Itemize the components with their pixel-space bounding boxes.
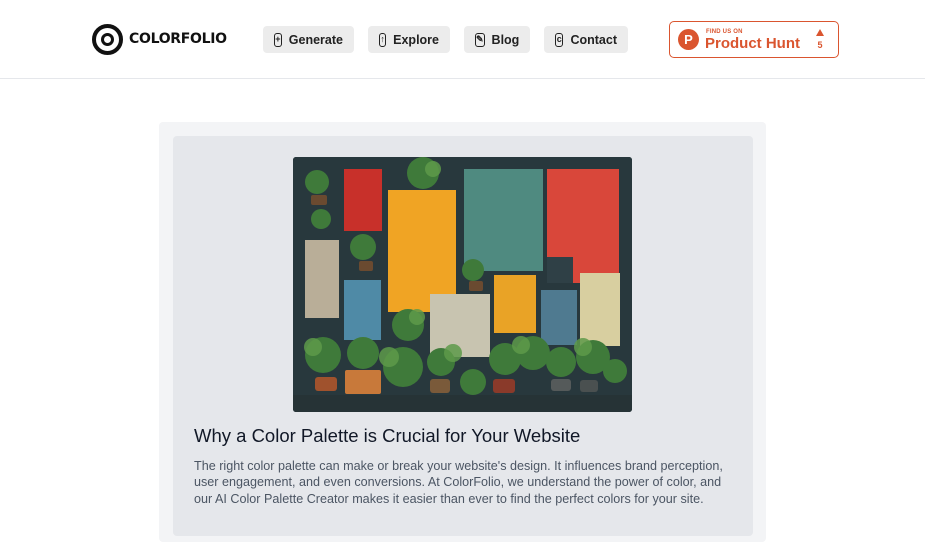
nav-generate-button[interactable]: + Generate (263, 26, 354, 53)
upvote-arrow-icon (816, 29, 824, 36)
nav-contact-label: Contact (570, 32, 617, 47)
article-body: The right color palette can make or brea… (194, 459, 723, 506)
nav-blog-button[interactable]: ✎ Blog (464, 26, 530, 53)
article-hero-image (293, 157, 632, 412)
brand-logo[interactable]: COLORFOLIO (92, 23, 227, 55)
nav-explore-label: Explore (393, 32, 439, 47)
colorfolio-logo-icon (92, 23, 123, 55)
nav-contact-button[interactable]: c Contact (544, 26, 628, 53)
upvote-count: 5 (817, 40, 823, 50)
top-navigation-bar: COLORFOLIO + Generate ↑ Explore ✎ Blog c… (0, 0, 925, 79)
nav-blog-label: Blog (491, 32, 520, 47)
nav-explore-button[interactable]: ↑ Explore (368, 26, 450, 53)
arrow-up-square-icon: ↑ (379, 32, 387, 47)
nav-generate-label: Generate (288, 32, 343, 47)
contact-square-icon: c (555, 32, 564, 47)
article-title: Why a Color Palette is Crucial for Your … (194, 425, 581, 446)
product-hunt-badge[interactable]: P FIND US ON Product Hunt 5 (669, 21, 839, 58)
edit-square-icon: ✎ (475, 32, 485, 47)
plus-square-icon: + (274, 32, 282, 47)
product-hunt-icon: P (678, 29, 699, 50)
product-hunt-title: Product Hunt (705, 35, 800, 52)
brand-name: COLORFOLIO (129, 31, 227, 47)
hero-illustration (293, 157, 632, 412)
